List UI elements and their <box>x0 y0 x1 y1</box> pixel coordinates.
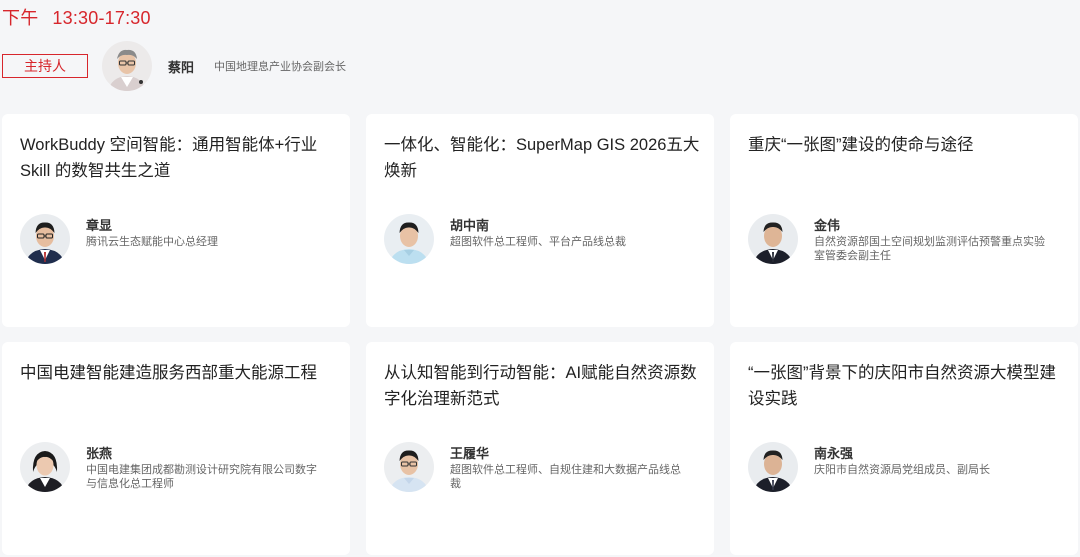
speaker-name: 南永强 <box>814 446 854 461</box>
speaker-info: 张燕 中国电建集团成都勘测设计研究院有限公司数字与信息化总工程师 <box>86 446 326 491</box>
speaker-name: 章显 <box>86 218 113 233</box>
session-period: 下午 <box>2 8 39 28</box>
talk-card: “一张图”背景下的庆阳市自然资源大模型建设实践 南永强 庆阳市自然资源局党组成员… <box>730 342 1078 555</box>
host-title: 中国地理息产业协会副会长 <box>214 61 347 73</box>
speaker: 金伟 自然资源部国土空间规划监测评估预警重点实验室管委会副主任 <box>748 214 1054 264</box>
speaker-info: 金伟 自然资源部国土空间规划监测评估预警重点实验室管委会副主任 <box>814 218 1054 263</box>
talk-card: 中国电建智能建造服务西部重大能源工程 张燕 中国电建集团成都勘测设计研究院有限公… <box>2 342 350 555</box>
talk-title: “一张图”背景下的庆阳市自然资源大模型建设实践 <box>748 364 1056 408</box>
speaker-role: 腾讯云生态赋能中心总经理 <box>86 236 218 248</box>
speaker: 章显 腾讯云生态赋能中心总经理 <box>20 214 326 264</box>
speaker-avatar <box>748 442 798 492</box>
speaker-role: 超图软件总工程师、平台产品线总裁 <box>450 236 626 248</box>
speaker-role: 自然资源部国土空间规划监测评估预警重点实验室管委会副主任 <box>814 236 1045 262</box>
speaker: 南永强 庆阳市自然资源局党组成员、副局长 <box>748 442 1054 492</box>
speaker-role: 超图软件总工程师、自规住建和大数据产品线总裁 <box>450 464 681 490</box>
talk-title: 中国电建智能建造服务西部重大能源工程 <box>20 364 317 382</box>
speaker-info: 章显 腾讯云生态赋能中心总经理 <box>86 218 326 249</box>
speaker-avatar <box>748 214 798 264</box>
speaker: 张燕 中国电建集团成都勘测设计研究院有限公司数字与信息化总工程师 <box>20 442 326 492</box>
talk-title: WorkBuddy 空间智能：通用智能体+行业Skill 的数智共生之道 <box>20 136 318 180</box>
session-time: 13:30-17:30 <box>52 8 151 28</box>
speaker-avatar <box>20 442 70 492</box>
talk-card: 一体化、智能化：SuperMap GIS 2026五大焕新 胡中南 超图软件总工… <box>366 114 714 327</box>
talk-title: 从认知智能到行动智能：AI赋能自然资源数字化治理新范式 <box>384 364 697 408</box>
talk-title: 一体化、智能化：SuperMap GIS 2026五大焕新 <box>384 136 700 180</box>
speaker-role: 庆阳市自然资源局党组成员、副局长 <box>814 464 990 476</box>
speaker-name: 胡中南 <box>450 218 490 233</box>
speaker-role: 中国电建集团成都勘测设计研究院有限公司数字与信息化总工程师 <box>86 464 317 490</box>
host-row: 主持人 蔡阳 中国地理息产业协会副会长 <box>2 40 346 92</box>
speaker-info: 王履华 超图软件总工程师、自规住建和大数据产品线总裁 <box>450 446 690 491</box>
speaker-name: 王履华 <box>450 446 490 461</box>
talk-title: 重庆“一张图”建设的使命与途径 <box>748 136 974 154</box>
speaker: 胡中南 超图软件总工程师、平台产品线总裁 <box>384 214 690 264</box>
speaker: 王履华 超图软件总工程师、自规住建和大数据产品线总裁 <box>384 442 690 492</box>
speaker-name: 金伟 <box>814 218 841 233</box>
speaker-info: 胡中南 超图软件总工程师、平台产品线总裁 <box>450 218 690 249</box>
talk-card: WorkBuddy 空间智能：通用智能体+行业Skill 的数智共生之道 章显 … <box>2 114 350 327</box>
speaker-info: 南永强 庆阳市自然资源局党组成员、副局长 <box>814 446 1054 477</box>
host-name: 蔡阳 <box>168 59 195 75</box>
speaker-avatar <box>384 442 434 492</box>
speaker-name: 张燕 <box>86 446 113 461</box>
host-badge: 主持人 <box>2 54 88 78</box>
talk-card: 重庆“一张图”建设的使命与途径 金伟 自然资源部国土空间规划监测评估预警重点实验… <box>730 114 1078 327</box>
host-avatar <box>102 41 152 91</box>
talk-card: 从认知智能到行动智能：AI赋能自然资源数字化治理新范式 王履华 超图软件总工程师… <box>366 342 714 555</box>
speaker-avatar <box>20 214 70 264</box>
session-header: 下午 13:30-17:30 <box>2 4 151 30</box>
speaker-avatar <box>384 214 434 264</box>
